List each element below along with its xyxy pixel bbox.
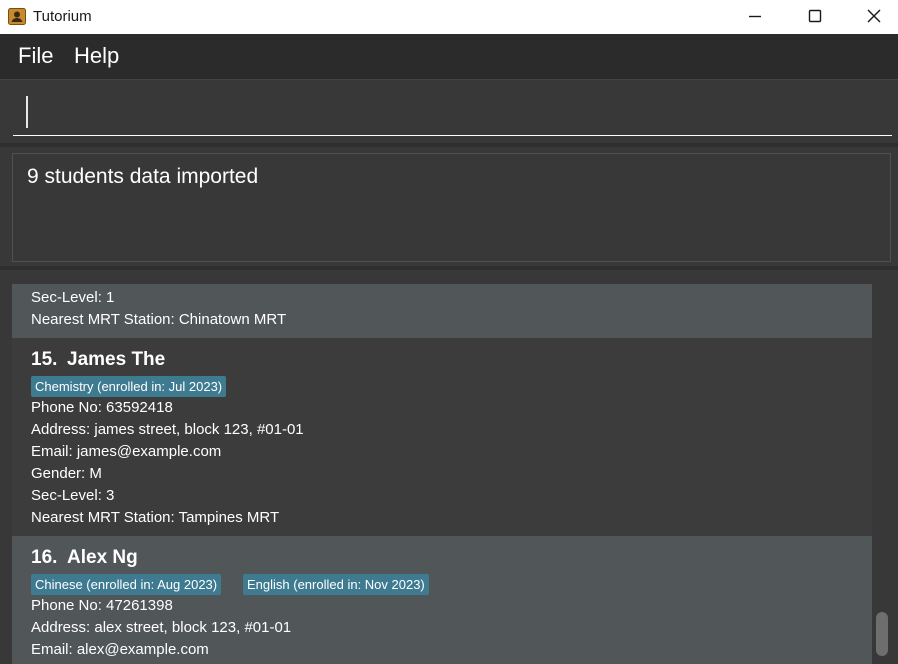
subject-tag: Chinese (enrolled in: Aug 2023) — [31, 574, 222, 595]
close-icon — [867, 9, 881, 23]
student-index: 16. — [31, 547, 58, 568]
app-icon — [8, 8, 26, 25]
sec-level: Sec-Level: 1 — [31, 289, 115, 306]
menu-bar: File Help — [0, 34, 898, 80]
nearest-mrt: Nearest MRT Station: Chinatown MRT — [31, 311, 287, 328]
command-input[interactable] — [13, 94, 892, 136]
divider — [0, 143, 898, 147]
student-name: James The — [67, 349, 166, 370]
phone: Phone No: 63592418 — [31, 399, 173, 416]
minimize-button[interactable] — [726, 0, 784, 34]
phone: Phone No: 47261398 — [31, 597, 173, 614]
minimize-icon — [749, 15, 761, 18]
result-display[interactable]: 9 students data imported — [12, 153, 891, 262]
gender: Gender: M — [31, 465, 102, 482]
email: Email: james@example.com — [31, 443, 222, 460]
student-card[interactable]: Sec-Level: 1 Nearest MRT Station: Chinat… — [12, 284, 872, 338]
maximize-button[interactable] — [786, 0, 844, 34]
nearest-mrt: Nearest MRT Station: Tampines MRT — [31, 509, 280, 526]
student-index: 15. — [31, 349, 58, 370]
maximize-icon — [808, 9, 822, 23]
menu-file[interactable]: File — [18, 43, 53, 69]
address: Address: james street, block 123, #01-01 — [31, 421, 304, 438]
text-caret — [26, 96, 28, 128]
title-bar: Tutorium — [0, 0, 898, 34]
student-card[interactable]: 16. Alex Ng Chinese (enrolled in: Aug 20… — [12, 536, 872, 664]
menu-help[interactable]: Help — [74, 43, 119, 69]
divider — [0, 266, 898, 270]
email: Email: alex@example.com — [31, 641, 209, 658]
subject-tag: Chemistry (enrolled in: Jul 2023) — [31, 376, 227, 397]
sec-level: Sec-Level: 3 — [31, 487, 115, 504]
student-list[interactable]: Sec-Level: 1 Nearest MRT Station: Chinat… — [0, 272, 898, 664]
address: Address: alex street, block 123, #01-01 — [31, 619, 292, 636]
window-title: Tutorium — [33, 8, 92, 25]
scrollbar-track[interactable] — [872, 272, 898, 664]
close-button[interactable] — [845, 0, 898, 34]
result-message: 9 students data imported — [27, 165, 259, 188]
student-card[interactable]: 15. James The Chemistry (enrolled in: Ju… — [12, 338, 872, 536]
scrollbar-thumb[interactable] — [876, 612, 888, 656]
subject-tag: English (enrolled in: Nov 2023) — [243, 574, 429, 595]
student-name: Alex Ng — [67, 547, 138, 568]
